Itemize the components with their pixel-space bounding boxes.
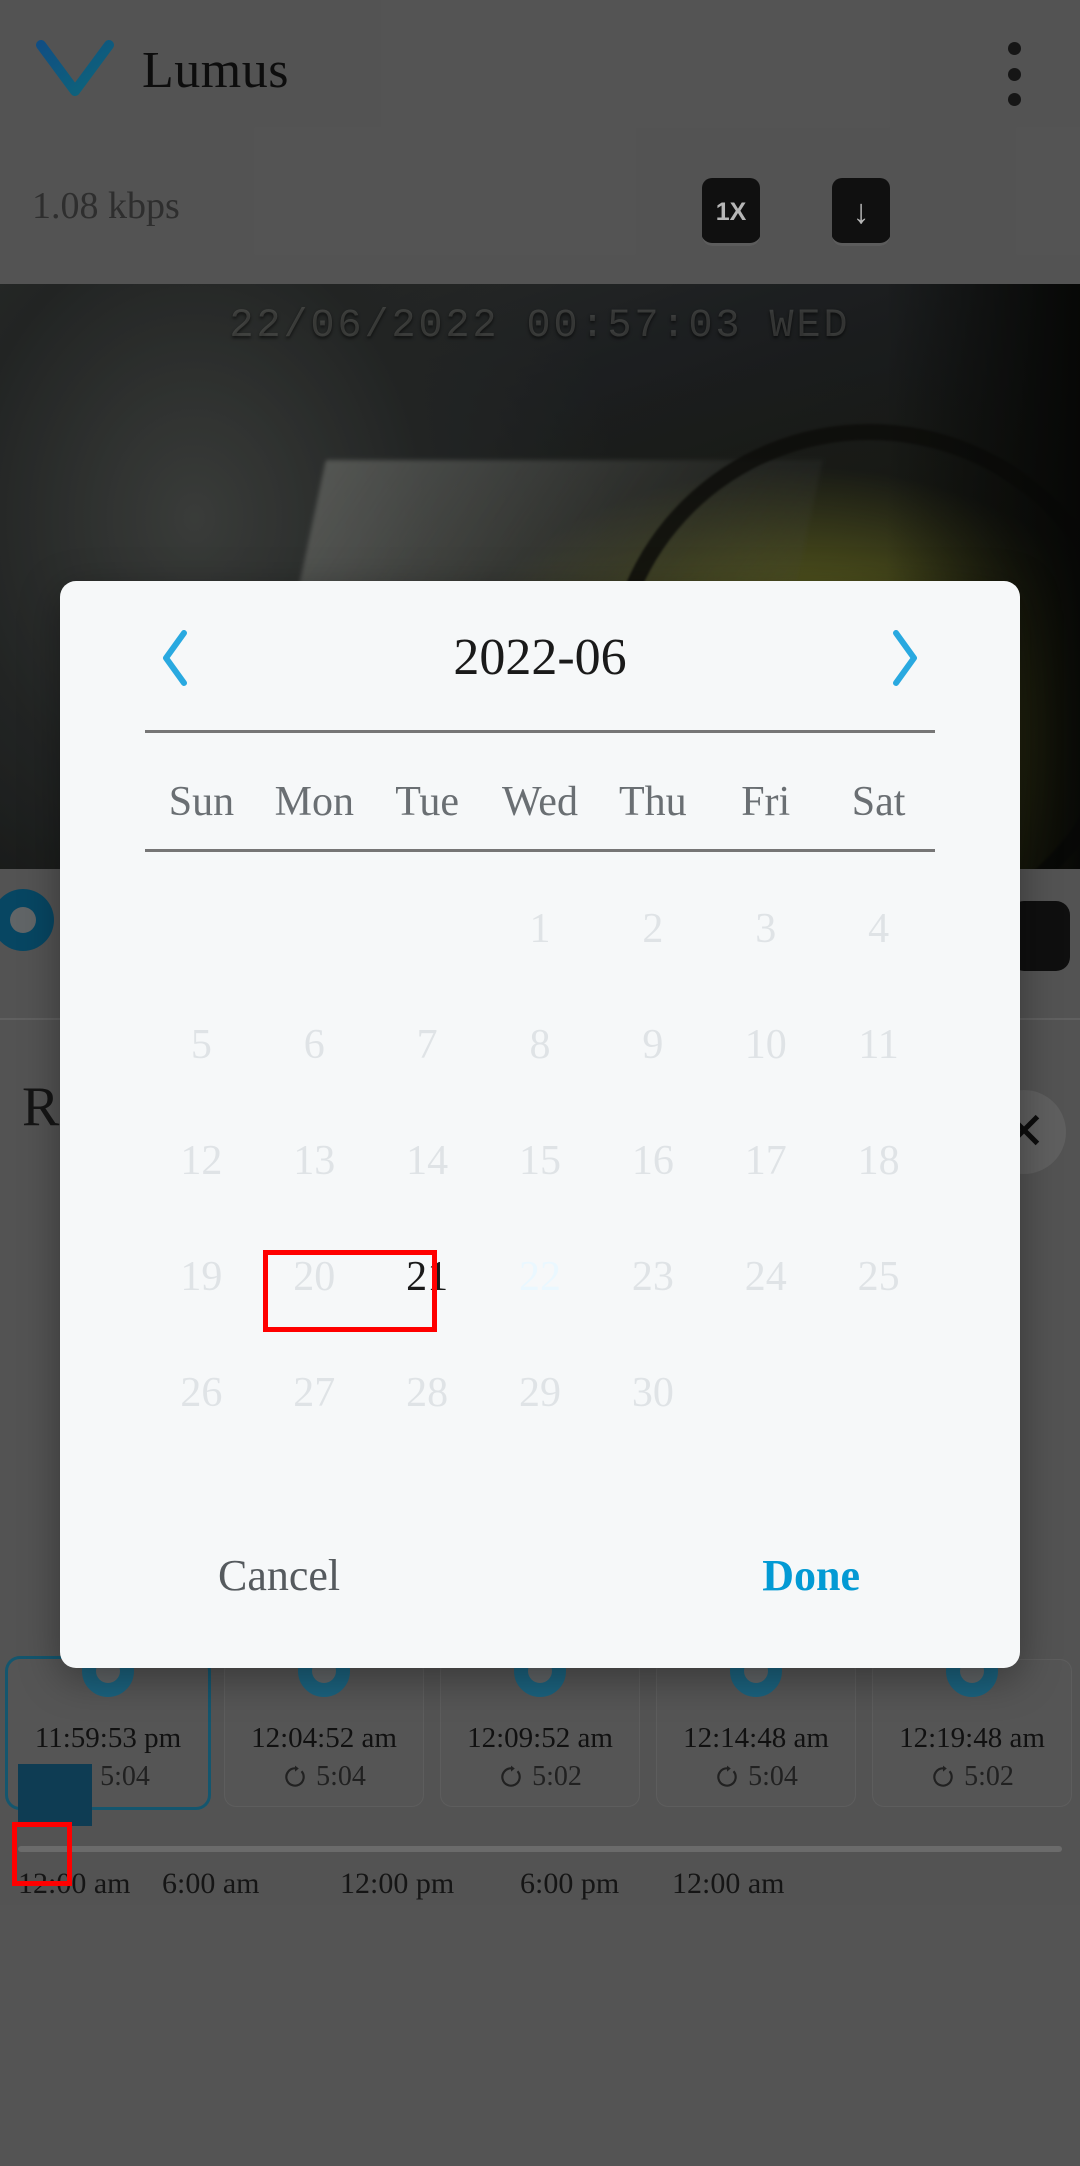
calendar-day-cell: 27 bbox=[293, 1370, 336, 1416]
done-button[interactable]: Done bbox=[762, 1550, 860, 1601]
calendar-day-cell: 26 bbox=[180, 1370, 223, 1416]
calendar-day-grid[interactable]: 1 2 3 4 5 6 7 8 9 10 11 12 13 14 15 16 17 18 19 20 21 22 23 24 2… bbox=[145, 871, 935, 1451]
calendar-day-cell: 8 bbox=[529, 1022, 551, 1068]
calendar-day-cell: 2 bbox=[642, 906, 664, 952]
calendar-day-cell: 5 bbox=[190, 1022, 212, 1068]
weekday-label: Wed bbox=[502, 779, 578, 825]
cancel-button[interactable]: Cancel bbox=[218, 1550, 340, 1601]
date-picker-dialog: 2022-06 Sun Mon Tue Wed Thu Fri Sat 1234… bbox=[60, 581, 1020, 1668]
calendar-day-cell: 30 bbox=[631, 1370, 674, 1416]
weekday-label: Sun bbox=[168, 779, 235, 825]
next-month-button[interactable] bbox=[872, 625, 938, 691]
calendar-day-cell: 11 bbox=[858, 1022, 899, 1068]
calendar-header: 2022-06 bbox=[60, 581, 1020, 733]
calendar-day-cell: 23 bbox=[631, 1254, 674, 1300]
calendar-day-cell: 4 bbox=[868, 906, 890, 952]
calendar-day-cell: 13 bbox=[293, 1138, 336, 1184]
calendar-actions: Cancel Done bbox=[60, 1508, 1020, 1668]
calendar-day-cell: 20 bbox=[293, 1254, 336, 1300]
weekday-label: Mon bbox=[274, 779, 354, 825]
calendar-day-cell: 1 bbox=[529, 906, 551, 952]
calendar-divider bbox=[145, 849, 935, 852]
weekday-label: Fri bbox=[741, 779, 791, 825]
calendar-day-cell: 12 bbox=[180, 1138, 223, 1184]
calendar-day-cell: 9 bbox=[642, 1022, 664, 1068]
calendar-day-cell: 6 bbox=[303, 1022, 325, 1068]
calendar-day-cell: 19 bbox=[180, 1254, 223, 1300]
calendar-day-cell[interactable]: 22 bbox=[484, 1219, 597, 1335]
calendar-day-cell: 15 bbox=[518, 1138, 561, 1184]
calendar-day-cell: 25 bbox=[857, 1254, 900, 1300]
weekday-label: Thu bbox=[619, 779, 687, 825]
calendar-day-cell: 17 bbox=[744, 1138, 787, 1184]
calendar-day-cell: 16 bbox=[631, 1138, 674, 1184]
weekday-label: Tue bbox=[395, 779, 460, 825]
calendar-day-cell: 28 bbox=[406, 1370, 449, 1416]
calendar-weekday-header: Sun Mon Tue Wed Thu Fri Sat bbox=[145, 759, 935, 845]
calendar-day-cell: 10 bbox=[744, 1022, 787, 1068]
calendar-day-cell: 18 bbox=[857, 1138, 900, 1184]
calendar-day-cell: 29 bbox=[518, 1370, 561, 1416]
calendar-day-cell: 14 bbox=[406, 1138, 449, 1184]
calendar-divider bbox=[145, 730, 935, 733]
weekday-label: Sat bbox=[851, 779, 906, 825]
calendar-day-cell: 7 bbox=[416, 1022, 438, 1068]
calendar-day-cell[interactable]: 21 bbox=[371, 1219, 484, 1335]
calendar-day-cell: 24 bbox=[744, 1254, 787, 1300]
calendar-day-cell: 3 bbox=[755, 906, 777, 952]
chevron-right-icon bbox=[893, 630, 917, 686]
